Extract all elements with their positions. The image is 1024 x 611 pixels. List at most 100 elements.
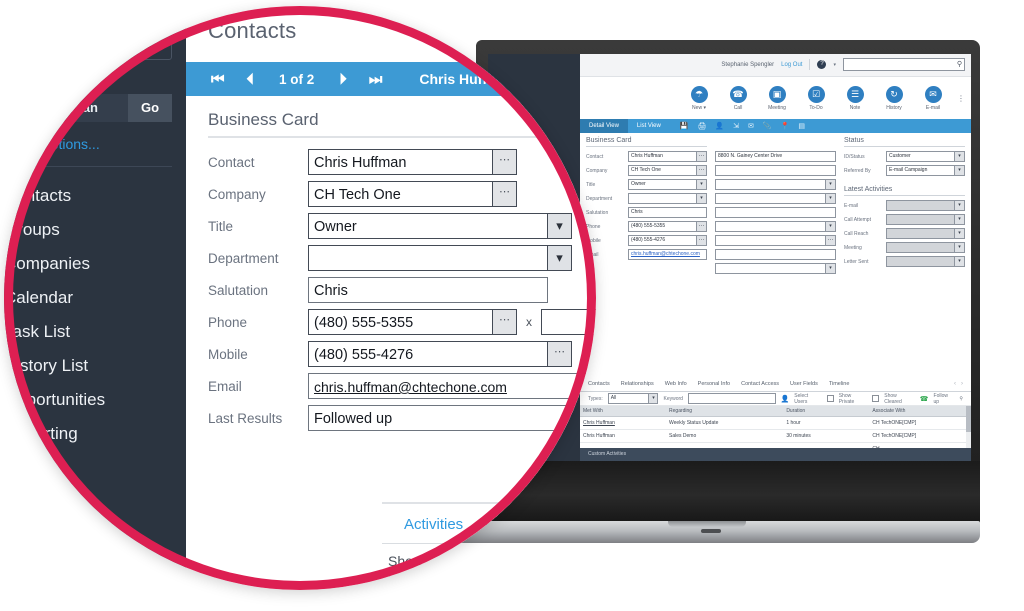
- contact-lookup-button[interactable]: ⋯: [493, 149, 517, 175]
- print-icon[interactable]: 🖨: [698, 122, 707, 130]
- go-button[interactable]: Go: [128, 94, 172, 122]
- search-record-select[interactable]: ▾: [4, 28, 172, 60]
- mobile-input[interactable]: (480) 555-4276: [308, 341, 548, 367]
- columns-icon[interactable]: ▤: [798, 122, 805, 130]
- logout-link[interactable]: Log Out: [781, 62, 802, 68]
- last-record-icon[interactable]: ⏭: [358, 71, 394, 88]
- tab-list-view[interactable]: List View: [628, 119, 670, 133]
- chevron-down-icon[interactable]: ▾: [833, 62, 836, 68]
- zip-input[interactable]: [715, 207, 836, 218]
- action-email[interactable]: ✉ E-mail: [918, 85, 948, 111]
- tab-user-fields[interactable]: User Fields: [790, 381, 818, 387]
- sidebar-item-history-list[interactable]: History List: [4, 349, 186, 383]
- contact-input[interactable]: Chris Huffman: [308, 149, 493, 175]
- chevron-down-icon[interactable]: ▾: [548, 245, 572, 271]
- address-input[interactable]: 8800 N. Gainey Center Drive: [715, 151, 836, 162]
- latest-email-select[interactable]: [886, 200, 965, 211]
- map-pin-icon[interactable]: 📍: [781, 122, 790, 130]
- address2-input[interactable]: [715, 165, 836, 176]
- action-note[interactable]: ☰ Note: [840, 85, 870, 111]
- company-input[interactable]: CH Tech One: [308, 181, 493, 207]
- save-icon[interactable]: 💾: [680, 122, 689, 130]
- more-actions-icon[interactable]: ⋮: [957, 94, 965, 103]
- sidebar-item-contacts[interactable]: Contacts: [4, 179, 186, 213]
- sidebar-item-opportunities[interactable]: Opportunities: [4, 383, 186, 417]
- email-input[interactable]: chris.huffman@chtechone.com: [308, 373, 590, 399]
- latest-meeting-select[interactable]: [886, 242, 965, 253]
- next-record-icon[interactable]: ⏵: [328, 71, 358, 88]
- chevron-right-icon[interactable]: ›: [961, 381, 963, 387]
- select-users-label[interactable]: Select Users: [794, 393, 822, 405]
- sidebar-search-input[interactable]: chris huffman: [4, 94, 128, 122]
- keyword-input[interactable]: [687, 393, 776, 404]
- last-results-input[interactable]: Followed up: [308, 405, 596, 431]
- department-select[interactable]: [308, 245, 548, 271]
- web-extra-select[interactable]: [715, 263, 836, 274]
- cell-regarding[interactable]: Weekly Status Update: [666, 416, 784, 430]
- mobile-lookup-button[interactable]: ⋯: [548, 341, 572, 367]
- title-select[interactable]: Owner: [628, 179, 707, 190]
- chevron-down-icon[interactable]: ▾: [548, 213, 572, 239]
- attach-icon[interactable]: 📎: [763, 122, 772, 130]
- department-select[interactable]: [628, 193, 707, 204]
- latest-call-reach-select[interactable]: [886, 228, 965, 239]
- mobile-input[interactable]: (480) 555-4276: [628, 235, 707, 246]
- phone-input[interactable]: (480) 555-5355: [308, 309, 493, 335]
- first-record-icon[interactable]: ⏮: [200, 71, 236, 88]
- tab-opportunities[interactable]: Opportunities: [485, 516, 574, 533]
- show-cleared-checkbox[interactable]: [872, 395, 880, 402]
- referred-by-select[interactable]: E-mail Campaign: [886, 165, 965, 176]
- id-status-select[interactable]: Customer: [886, 151, 965, 162]
- tab-web-info[interactable]: Web Info: [665, 381, 687, 387]
- title-select[interactable]: Owner: [308, 213, 548, 239]
- select-users-icon[interactable]: 👤: [781, 395, 790, 403]
- salutation-input[interactable]: Chris: [308, 277, 548, 303]
- city-select[interactable]: [715, 179, 836, 190]
- search-input[interactable]: ⚲: [843, 58, 965, 71]
- help-circle-icon[interactable]: ?: [817, 60, 827, 69]
- extension-input[interactable]: [541, 309, 596, 335]
- web-input[interactable]: [715, 249, 836, 260]
- tab-activities[interactable]: Activities: [404, 516, 463, 533]
- salutation-input[interactable]: Chris: [628, 207, 707, 218]
- mail-icon[interactable]: ✉: [748, 122, 754, 130]
- country-select[interactable]: [715, 221, 836, 232]
- sidebar-item-companies[interactable]: Companies: [4, 247, 186, 281]
- action-new[interactable]: ☂ New ▾: [684, 85, 714, 111]
- contact-icon[interactable]: 👤: [715, 122, 724, 130]
- tab-contact-access[interactable]: Contact Access: [741, 381, 779, 387]
- cell-associate[interactable]: CH TechONE[CMP]: [869, 416, 971, 430]
- fax-input[interactable]: [715, 235, 836, 246]
- latest-call-attempt-select[interactable]: [886, 214, 965, 225]
- action-history[interactable]: ↻ History: [879, 85, 909, 111]
- sidebar-item-groups[interactable]: Groups: [4, 213, 186, 247]
- sidebar-item-connect[interactable]: Connect: [4, 451, 186, 485]
- phone-lookup-button[interactable]: ⋯: [493, 309, 517, 335]
- sidebar-item-reporting[interactable]: Reporting: [4, 417, 186, 451]
- more-options-link[interactable]: More Options...: [4, 136, 186, 152]
- action-todo[interactable]: ☑ To-Do: [801, 85, 831, 111]
- company-lookup-button[interactable]: ⋯: [493, 181, 517, 207]
- tab-timeline[interactable]: Timeline: [829, 381, 850, 387]
- action-meeting[interactable]: ▣ Meeting: [762, 85, 792, 111]
- show-private-checkbox[interactable]: [826, 395, 834, 402]
- latest-letter-sent-select[interactable]: [886, 256, 965, 267]
- export-icon[interactable]: ⇲: [733, 122, 739, 130]
- tab-personal-info[interactable]: Personal Info: [698, 381, 730, 387]
- state-select[interactable]: [715, 193, 836, 204]
- sidebar-item-task-list[interactable]: Task List: [4, 315, 186, 349]
- phone-input[interactable]: (480) 555-5355: [628, 221, 707, 232]
- sidebar-item-calendar[interactable]: Calendar: [4, 281, 186, 315]
- search-icon[interactable]: ⚲: [959, 396, 963, 402]
- action-call[interactable]: ☎ Call: [723, 85, 753, 111]
- table-row[interactable]: Chris Huffman Sales Demo 30 minutes CH T…: [580, 429, 971, 443]
- cell-associate[interactable]: CH TechONE[CMP]: [869, 429, 971, 443]
- contact-input[interactable]: Chris Huffman: [628, 151, 707, 162]
- follow-up-label[interactable]: Follow up: [934, 393, 955, 405]
- prev-record-icon[interactable]: ⏴: [236, 71, 266, 88]
- email-input[interactable]: chris.huffman@chtechone.com: [628, 249, 707, 260]
- tab-relationships[interactable]: Relationships: [621, 381, 654, 387]
- company-input[interactable]: CH Tech One: [628, 165, 707, 176]
- show-for-select[interactable]: All ↕: [439, 557, 567, 581]
- activity-type-select[interactable]: All: [607, 393, 659, 404]
